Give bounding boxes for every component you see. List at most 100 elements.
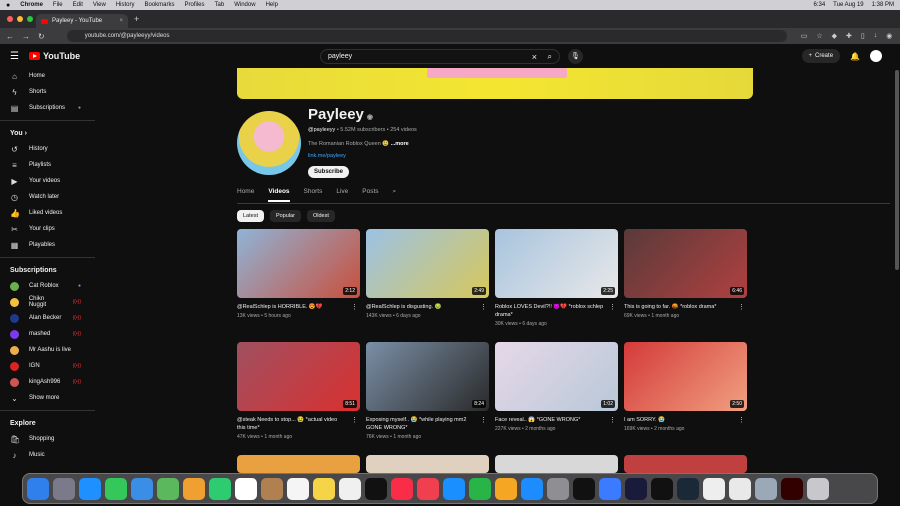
video-thumbnail[interactable]: 2:25 (495, 229, 618, 298)
video-card[interactable]: 2:12 @RealSchlep is HORRIBLE. 😍💔 13K views… (237, 229, 360, 319)
contacts-icon[interactable] (261, 477, 283, 500)
zoom-window-button[interactable] (27, 16, 33, 22)
menu-profiles[interactable]: Profiles (185, 2, 205, 8)
video-card-partial[interactable] (624, 455, 747, 473)
facetime-icon[interactable] (209, 477, 231, 500)
menu-file[interactable]: File (53, 2, 63, 8)
messages-icon[interactable] (105, 477, 127, 500)
maps-icon[interactable] (157, 477, 179, 500)
music-icon[interactable] (391, 477, 413, 500)
photos-icon[interactable] (183, 477, 205, 500)
numbers-icon[interactable] (469, 477, 491, 500)
show-more-button[interactable]: ⌄ Show more (0, 390, 95, 406)
clear-search-icon[interactable]: × (532, 52, 537, 62)
menu-view[interactable]: View (93, 2, 106, 8)
keynote-icon[interactable] (443, 477, 465, 500)
chip-oldest[interactable]: Oldest (306, 210, 335, 222)
sub-item-alan-becker[interactable]: Alan Becker ((•)) (0, 310, 95, 326)
video-menu-icon[interactable]: ⋮ (738, 303, 745, 311)
video-card[interactable]: 2:49 @RealSchlep is disgusting. 🤢 143K vie… (366, 229, 489, 319)
extension-icon[interactable]: ◆ (832, 32, 837, 40)
chip-popular[interactable]: Popular (269, 210, 301, 222)
video-card[interactable]: 2:50 I am SORRY. 😭 169K views • 2 months a… (624, 342, 747, 432)
channel-avatar-large[interactable] (237, 111, 301, 175)
sub-item-chikn-nuggit[interactable]: Chikn Nuggit ((•)) (0, 294, 95, 310)
video-card[interactable]: 6:46 This is going to far. 🤬 *roblox dram… (624, 229, 747, 319)
video-menu-icon[interactable]: ⋮ (351, 303, 358, 311)
forward-icon[interactable]: → (22, 32, 30, 41)
channel-search-icon[interactable]: ⌕ (393, 188, 397, 196)
you-section-title[interactable]: You › (0, 125, 95, 141)
close-tab-icon[interactable]: × (119, 18, 123, 24)
preview-icon[interactable] (755, 477, 777, 500)
video-thumbnail[interactable]: 8:51 (237, 342, 360, 411)
youtube-logo[interactable]: YouTube (28, 51, 80, 61)
back-icon[interactable]: ← (6, 32, 14, 41)
video-thumbnail[interactable] (366, 455, 489, 473)
roblox-icon[interactable] (703, 477, 725, 500)
channel-description[interactable]: The Romanian Roblox Queen 😉 ...more (308, 141, 409, 147)
pages-icon[interactable] (495, 477, 517, 500)
news-icon[interactable] (417, 477, 439, 500)
video-thumbnail[interactable]: 2:49 (366, 229, 489, 298)
video-thumbnail[interactable]: 1:02 (495, 342, 618, 411)
bookmark-star-icon[interactable]: ☆ (816, 32, 822, 40)
subscribe-button[interactable]: Subscribe (308, 166, 350, 178)
clock-icon[interactable] (573, 477, 595, 500)
video-title[interactable]: Exposing myself.. 😭 *while playing mm2 G… (366, 416, 476, 432)
video-title[interactable]: I am SORRY. 😭 (624, 416, 734, 424)
video-title[interactable]: This is going to far. 🤬 *roblox drama* (624, 303, 734, 311)
video-title[interactable]: Roblox LOVES Devil?!! 😈💔 *roblox schlep … (495, 303, 605, 319)
video-thumbnail[interactable] (624, 455, 747, 473)
browser-tab[interactable]: Payleey - YouTube × (36, 14, 128, 28)
tab-shorts[interactable]: Shorts (304, 188, 323, 195)
appletv-icon[interactable] (365, 477, 387, 500)
sidepanel-icon[interactable]: ▯ (861, 32, 865, 40)
notes-icon[interactable] (313, 477, 335, 500)
video-menu-icon[interactable]: ⋮ (738, 416, 745, 424)
hamburger-menu-icon[interactable]: ☰ (10, 51, 19, 62)
video-thumbnail[interactable]: 8:24 (366, 342, 489, 411)
video-card[interactable]: 8:24 Exposing myself.. 😭 *while playing m… (366, 342, 489, 440)
video-thumbnail[interactable]: 6:46 (624, 229, 747, 298)
more-link[interactable]: ...more (391, 141, 409, 147)
video-menu-icon[interactable]: ⋮ (351, 416, 358, 424)
video-thumbnail[interactable]: 2:12 (237, 229, 360, 298)
illustrator-icon[interactable] (781, 477, 803, 500)
appstore-icon[interactable] (521, 477, 543, 500)
video-card[interactable]: 8:51 @steak Needs to stop... 😭 *actual vi… (237, 342, 360, 440)
sub-item-mr-aashu[interactable]: Mr Aashu is live (0, 342, 95, 358)
video-card-partial[interactable] (366, 455, 489, 473)
launchpad-icon[interactable] (53, 477, 75, 500)
search-icon[interactable]: ⌕ (548, 52, 552, 62)
reload-icon[interactable]: ↻ (38, 32, 45, 41)
apple-icon[interactable]: ● (6, 2, 10, 9)
finder-icon[interactable] (27, 477, 49, 500)
video-title[interactable]: @RealSchlep is disgusting. 🤢 (366, 303, 476, 311)
notifications-bell-icon[interactable]: 🔔 (850, 52, 860, 61)
calendar-icon[interactable] (235, 477, 257, 500)
freeform-icon[interactable] (339, 477, 361, 500)
microphone-icon[interactable]: 🎙 (568, 49, 583, 64)
an-icon[interactable] (625, 477, 647, 500)
reminders-icon[interactable] (287, 477, 309, 500)
sidebar-item-shorts[interactable]: ϟ Shorts (0, 84, 95, 100)
mail-icon[interactable] (131, 477, 153, 500)
account-avatar[interactable] (870, 50, 882, 62)
page-scrollbar[interactable] (895, 70, 899, 270)
tab-home[interactable]: Home (237, 188, 254, 195)
sidebar-item-playlists[interactable]: ≡ Playlists (0, 157, 95, 173)
menu-tab[interactable]: Tab (215, 2, 225, 8)
sidebar-item-home[interactable]: ⌂ Home (0, 68, 95, 84)
settings-icon[interactable] (547, 477, 569, 500)
video-title[interactable]: Face reveal.. 😱 *GONE WRONG* (495, 416, 605, 424)
sidebar-item-watch-later[interactable]: ◷ Watch later (0, 189, 95, 205)
video-title[interactable]: @RealSchlep is HORRIBLE. 😍💔 (237, 303, 347, 311)
video-thumbnail[interactable] (495, 455, 618, 473)
app-icon[interactable] (599, 477, 621, 500)
channel-link[interactable]: link.me/payleey (308, 153, 346, 159)
video-card-partial[interactable] (237, 455, 360, 473)
sidebar-item-shopping[interactable]: 🛍 Shopping (0, 431, 95, 447)
menu-history[interactable]: History (116, 2, 135, 8)
create-button[interactable]: + Create (801, 49, 841, 63)
